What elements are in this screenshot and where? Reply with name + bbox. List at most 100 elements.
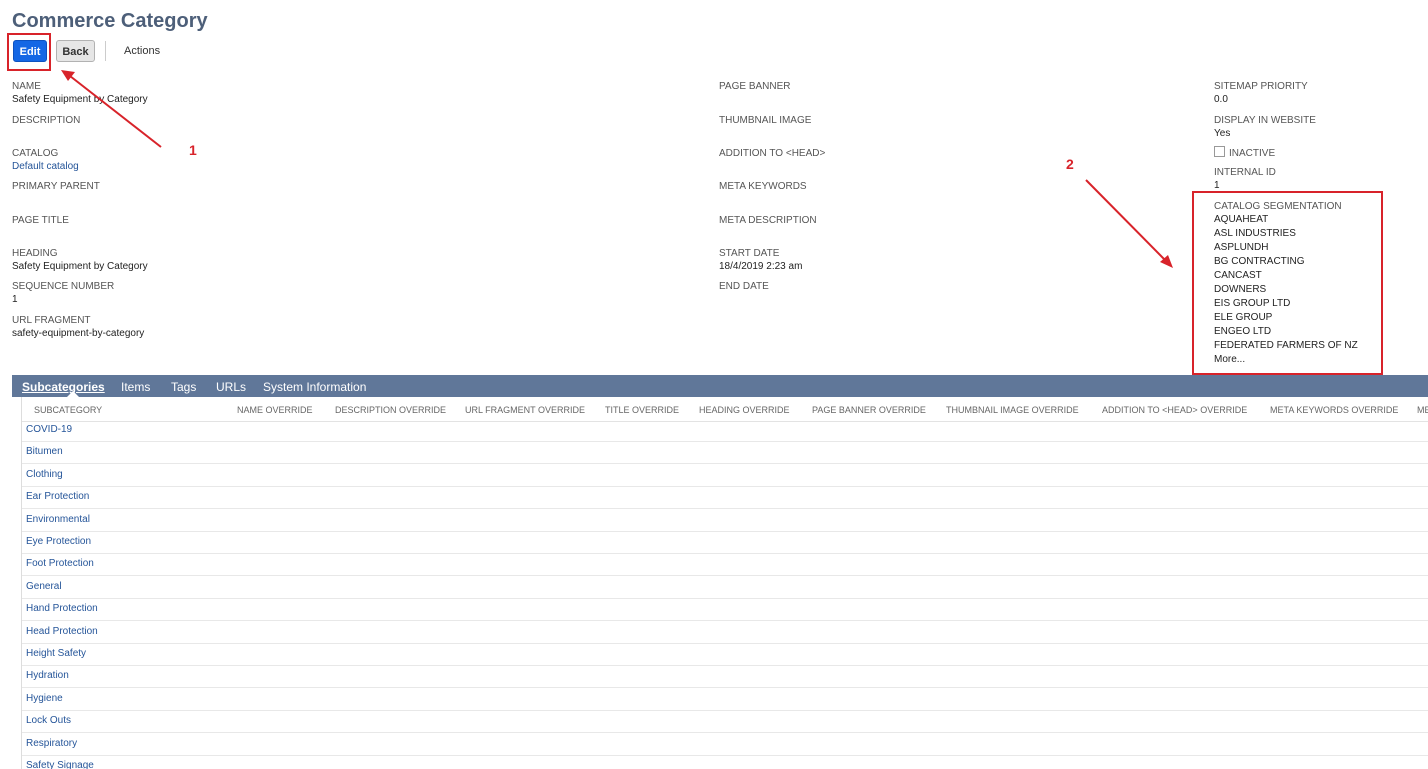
field-primary-parent-label: PRIMARY PARENT [12,181,100,192]
field-sequence-number-value: 1 [12,294,18,305]
annotation-arrow-2 [1085,179,1167,262]
subcategory-link[interactable]: General [26,581,62,592]
field-display-in-website-value: Yes [1214,128,1231,139]
table-row: Bitumen [22,442,1428,465]
subcategory-link[interactable]: Foot Protection [26,558,94,569]
table-row: COVID-19 [22,420,1428,442]
field-sitemap-priority-value: 0.0 [1214,94,1228,105]
subcategory-link[interactable]: Safety Signage [26,760,94,769]
table-row: Foot Protection [22,554,1428,577]
field-end-date: END DATE [719,280,769,293]
field-heading-label: HEADING [12,248,58,259]
table-row: Hygiene [22,689,1428,711]
field-meta-description: META DESCRIPTION [719,214,817,227]
subtab-bar: Subcategories Items Tags URLs System Inf… [12,375,1428,397]
field-sequence-number-label: SEQUENCE NUMBER [12,281,115,292]
field-inactive-label: INACTIVE [1229,148,1276,159]
subcategory-link[interactable]: Eye Protection [26,536,91,547]
col-addition-to-head-override[interactable]: ADDITION TO <HEAD> OVERRIDE [1102,405,1247,415]
subcategory-link[interactable]: Head Protection [26,626,98,637]
field-name-label: NAME [12,81,41,92]
field-page-title: PAGE TITLE [12,214,69,227]
col-url-fragment-override[interactable]: URL FRAGMENT OVERRIDE [465,405,585,415]
field-inactive: INACTIVE [1214,143,1275,161]
field-primary-parent: PRIMARY PARENT [12,180,100,193]
tab-subcategories[interactable]: Subcategories [22,380,105,394]
field-end-date-label: END DATE [719,281,769,292]
table-row: Hand Protection [22,599,1428,622]
annotation-arrowhead-2 [1160,255,1173,268]
field-name: NAME Safety Equipment by Category [12,80,148,107]
subcategory-link[interactable]: Bitumen [26,446,63,457]
field-meta-description-label: META DESCRIPTION [719,215,817,226]
col-name-override[interactable]: NAME OVERRIDE [237,405,313,415]
subcategory-link[interactable]: Lock Outs [26,715,71,726]
field-page-title-label: PAGE TITLE [12,215,69,226]
col-thumbnail-image-override[interactable]: THUMBNAIL IMAGE OVERRIDE [946,405,1079,415]
field-description-label: DESCRIPTION [12,115,81,126]
field-start-date: START DATE 18/4/2019 2:23 am [719,247,802,274]
field-url-fragment-label: URL FRAGMENT [12,315,91,326]
annotation-label-1: 1 [189,142,197,158]
field-catalog: CATALOG Default catalog [12,147,79,174]
field-internal-id-label: INTERNAL ID [1214,167,1276,178]
back-button[interactable]: Back [56,40,95,62]
table-row: Eye Protection [22,532,1428,554]
field-page-banner: PAGE BANNER [719,80,791,93]
field-meta-keywords: META KEYWORDS [719,180,807,193]
col-meta-truncated[interactable]: ME [1417,405,1428,415]
table-row: Safety Signage [22,756,1428,769]
tab-urls[interactable]: URLs [216,380,246,394]
field-addition-to-head: ADDITION TO <HEAD> [719,147,825,160]
field-sitemap-priority: SITEMAP PRIORITY 0.0 [1214,80,1308,107]
field-thumbnail-image: THUMBNAIL IMAGE [719,114,811,127]
table-row: Respiratory [22,734,1428,756]
tab-items[interactable]: Items [121,380,150,394]
field-sequence-number: SEQUENCE NUMBER 1 [12,280,114,307]
field-internal-id: INTERNAL ID 1 [1214,166,1276,193]
actions-menu[interactable]: Actions [124,45,160,57]
field-display-in-website-label: DISPLAY IN WEBSITE [1214,115,1316,126]
subcategories-grid: SUBCATEGORY NAME OVERRIDE DESCRIPTION OV… [21,397,1428,769]
field-meta-keywords-label: META KEYWORDS [719,181,807,192]
field-start-date-value: 18/4/2019 2:23 am [719,261,803,272]
annotation-box-edit [7,33,51,71]
subcategory-link[interactable]: Ear Protection [26,491,89,502]
field-catalog-label: CATALOG [12,148,59,159]
subcategory-link[interactable]: Respiratory [26,738,77,749]
field-sitemap-priority-label: SITEMAP PRIORITY [1214,81,1308,92]
table-row: Ear Protection [22,487,1428,510]
table-row: Hydration [22,666,1428,689]
col-title-override[interactable]: TITLE OVERRIDE [605,405,679,415]
field-start-date-label: START DATE [719,248,780,259]
subcategory-link[interactable]: Hand Protection [26,603,98,614]
field-page-banner-label: PAGE BANNER [719,81,791,92]
annotation-box-segmentation [1192,191,1383,375]
subcategory-link[interactable]: Environmental [26,514,90,525]
col-page-banner-override[interactable]: PAGE BANNER OVERRIDE [812,405,926,415]
page-title: Commerce Category [12,10,208,32]
field-thumbnail-image-label: THUMBNAIL IMAGE [719,115,812,126]
tab-tags[interactable]: Tags [171,380,196,394]
table-row: Lock Outs [22,711,1428,734]
subcategory-link[interactable]: Hygiene [26,693,63,704]
grid-header: SUBCATEGORY NAME OVERRIDE DESCRIPTION OV… [22,397,1428,422]
field-url-fragment-value: safety-equipment-by-category [12,328,145,339]
field-addition-to-head-label: ADDITION TO <HEAD> [719,148,826,159]
field-heading: HEADING Safety Equipment by Category [12,247,148,274]
inactive-checkbox [1214,146,1225,158]
subcategory-link[interactable]: Hydration [26,670,69,681]
subcategory-link[interactable]: Height Safety [26,648,86,659]
table-row: Height Safety [22,644,1428,666]
col-description-override[interactable]: DESCRIPTION OVERRIDE [335,405,446,415]
col-subcategory[interactable]: SUBCATEGORY [34,405,102,415]
table-row: Head Protection [22,622,1428,644]
col-heading-override[interactable]: HEADING OVERRIDE [699,405,790,415]
tab-system-information[interactable]: System Information [263,380,366,394]
catalog-link[interactable]: Default catalog [12,160,79,174]
table-row: Clothing [22,465,1428,487]
col-meta-keywords-override[interactable]: META KEYWORDS OVERRIDE [1270,405,1398,415]
table-row: Environmental [22,510,1428,532]
subcategory-link[interactable]: Clothing [26,469,63,480]
subcategory-link[interactable]: COVID-19 [26,424,72,435]
